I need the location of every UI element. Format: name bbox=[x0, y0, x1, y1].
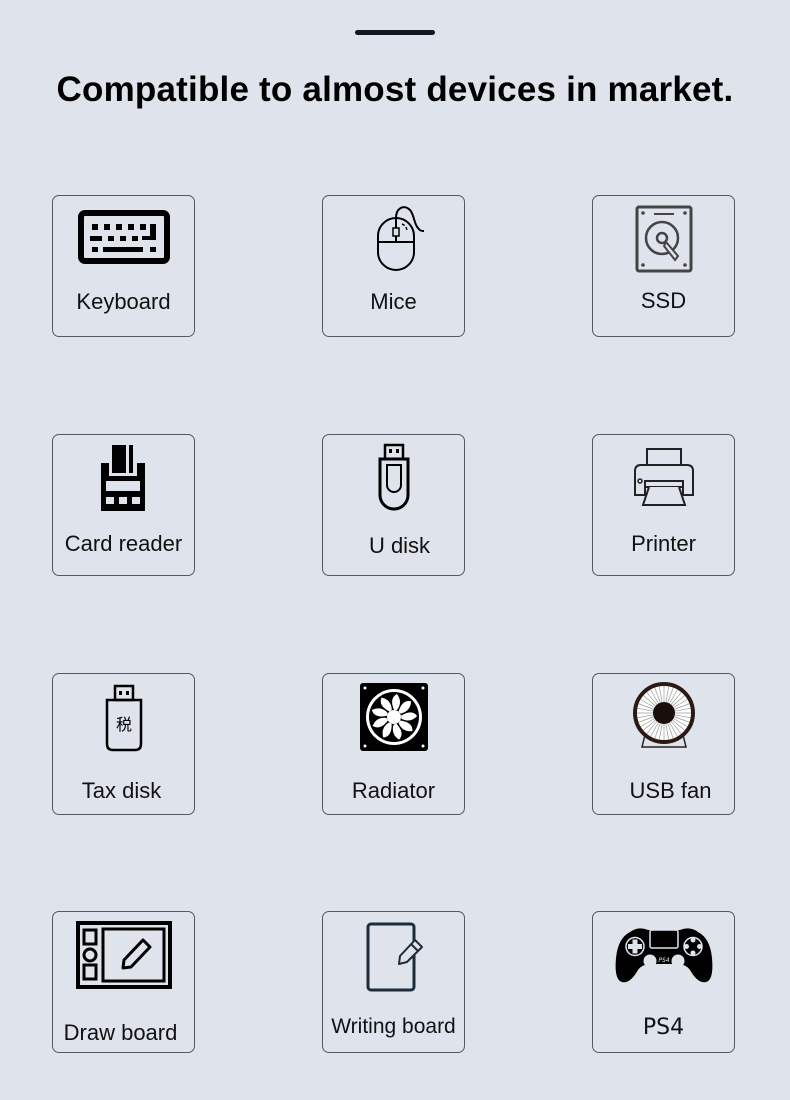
device-label: USB fan bbox=[629, 778, 712, 803]
desk-fan-icon bbox=[593, 682, 734, 752]
decorative-divider bbox=[355, 30, 435, 35]
device-card-mice: Mice bbox=[322, 195, 465, 337]
device-label: Tax disk bbox=[81, 778, 162, 803]
tax-usb-key-icon: 税 bbox=[53, 682, 194, 752]
device-label: Writing board bbox=[331, 1015, 456, 1038]
device-card-ps4: PS4 PS4 bbox=[592, 911, 735, 1053]
device-label: Draw board bbox=[63, 1020, 178, 1045]
device-card-card-reader: Card reader bbox=[52, 434, 195, 576]
device-card-writing-board: Writing board bbox=[322, 911, 465, 1053]
device-card-radiator: Radiator bbox=[322, 673, 465, 815]
device-card-printer: Printer bbox=[592, 434, 735, 576]
device-card-keyboard: Keyboard bbox=[52, 195, 195, 337]
device-label: Keyboard bbox=[76, 289, 171, 314]
device-label: Mice bbox=[370, 289, 417, 314]
usb-drive-icon bbox=[323, 443, 464, 513]
drawing-tablet-icon bbox=[53, 920, 194, 990]
device-label: SSD bbox=[640, 288, 687, 313]
gamepad-icon: PS4 bbox=[593, 920, 734, 990]
card-reader-icon bbox=[53, 443, 194, 513]
svg-text:PS4: PS4 bbox=[658, 957, 669, 964]
keyboard-icon bbox=[53, 204, 194, 274]
page-title: Compatible to almost devices in market. bbox=[56, 70, 734, 109]
printer-icon bbox=[593, 443, 734, 513]
device-card-draw-board: Draw board bbox=[52, 911, 195, 1053]
device-label: PS4 bbox=[642, 1015, 685, 1040]
device-label: Printer bbox=[631, 531, 696, 556]
mouse-icon bbox=[323, 204, 464, 274]
device-card-u-disk: U disk bbox=[322, 434, 465, 576]
device-card-ssd: SSD bbox=[592, 195, 735, 337]
device-card-usb-fan: USB fan bbox=[592, 673, 735, 815]
cooling-fan-icon bbox=[323, 682, 464, 752]
device-label: Radiator bbox=[351, 778, 436, 803]
tax-glyph: 税 bbox=[115, 715, 131, 734]
device-label: Card reader bbox=[64, 531, 183, 556]
device-label: U disk bbox=[368, 533, 431, 558]
hard-drive-icon bbox=[593, 204, 734, 274]
device-card-tax-disk: 税 Tax disk bbox=[52, 673, 195, 815]
writing-tablet-icon bbox=[323, 920, 464, 992]
